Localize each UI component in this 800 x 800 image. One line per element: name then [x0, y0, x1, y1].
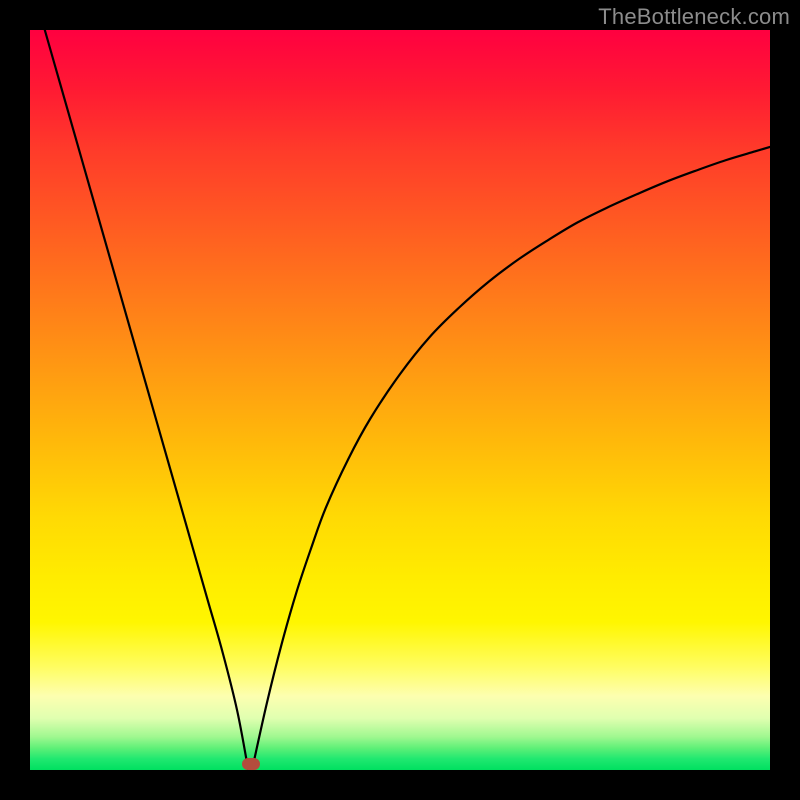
- curve-left: [45, 30, 249, 770]
- chart-frame: TheBottleneck.com: [0, 0, 800, 800]
- minimum-marker: [242, 758, 260, 770]
- plot-area: [30, 30, 770, 770]
- curve-right: [252, 147, 770, 770]
- curve-svg: [30, 30, 770, 770]
- watermark-text: TheBottleneck.com: [598, 4, 790, 30]
